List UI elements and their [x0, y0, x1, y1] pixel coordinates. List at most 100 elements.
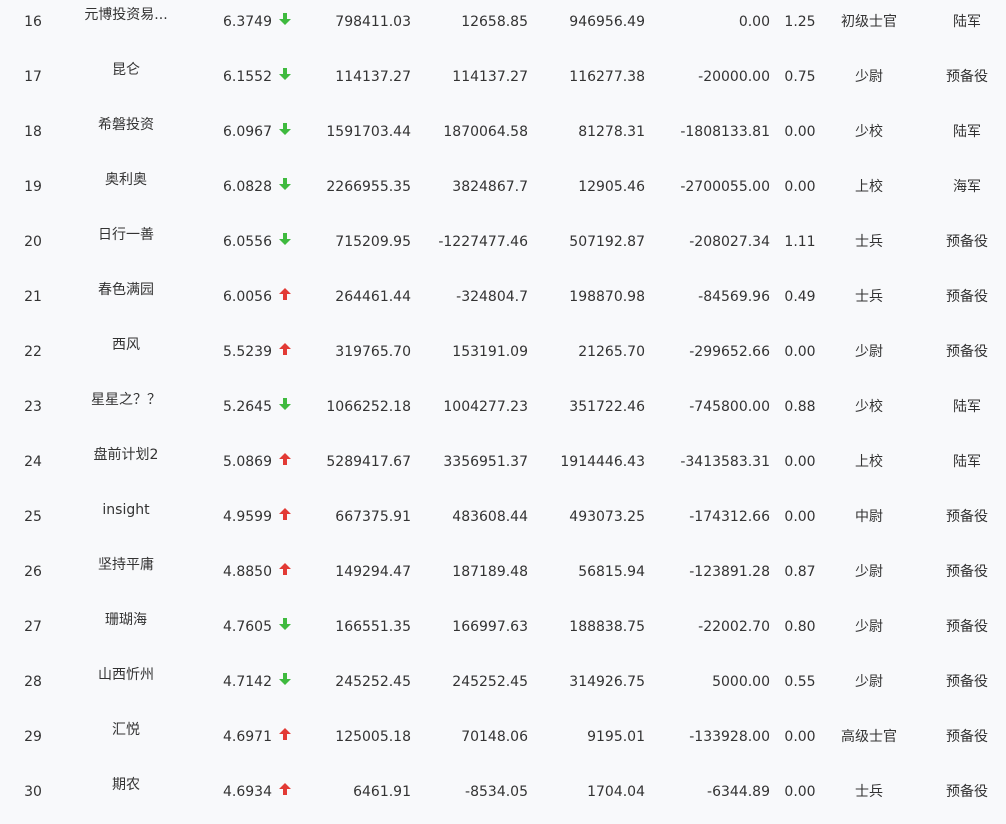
- table-row[interactable]: 21 春色满园 6.0056 264461.44 -324804.7 198870.98 -…: [0, 270, 1006, 325]
- table-row[interactable]: 24 盘前计划2 5.0869 5289417.67 3356951.37 1914446…: [0, 435, 1006, 490]
- ratio-cell: 0.00: [784, 784, 816, 800]
- profit-cell: 166997.63: [452, 619, 528, 635]
- cash-flow-cell: -6344.89: [707, 784, 770, 800]
- trader-name-cell[interactable]: 元博投资易...: [66, 4, 186, 28]
- net-value-cell: 4.7605: [223, 619, 272, 635]
- level-cell: 士兵: [855, 784, 883, 800]
- rank-cell: 18: [24, 124, 42, 140]
- profit-cell: -8534.05: [465, 784, 528, 800]
- ratio-cell: 0.88: [784, 399, 816, 415]
- arrow-up-icon: [279, 490, 297, 545]
- level-cell: 士兵: [855, 289, 883, 305]
- table-row[interactable]: 20 日行一善 6.0556 715209.95 -1227477.46 507192.8…: [0, 215, 1006, 270]
- market-value-cell: 946956.49: [569, 14, 645, 30]
- army-cell: 预备役: [946, 674, 988, 690]
- table-row[interactable]: 30 期农 4.6934 6461.91 -8534.05 1704.04 -6344.89…: [0, 765, 1006, 820]
- profit-cell: -1227477.46: [438, 234, 528, 250]
- table-row[interactable]: 16 元博投资易... 6.3749 798411.03 12658.85 946956.…: [0, 0, 1006, 50]
- level-cell: 士兵: [855, 234, 883, 250]
- table-row[interactable]: 23 星星之？？ 5.2645 1066252.18 1004277.23 351722.…: [0, 380, 1006, 435]
- trader-name-cell[interactable]: 昆仑: [66, 59, 186, 83]
- arrow-down-icon: [279, 0, 297, 50]
- profit-cell: 187189.48: [452, 564, 528, 580]
- army-cell: 预备役: [946, 234, 988, 250]
- net-value-cell: 6.0967: [223, 124, 272, 140]
- army-cell: 预备役: [946, 69, 988, 85]
- arrow-up-icon: [279, 545, 297, 600]
- rank-cell: 29: [24, 729, 42, 745]
- market-value-cell: 9195.01: [587, 729, 645, 745]
- table-row[interactable]: 25 insight 4.9599 667375.91 483608.44 493073.…: [0, 490, 1006, 545]
- table-row[interactable]: 17 昆仑 6.1552 114137.27 114137.27 116277.38 -20…: [0, 50, 1006, 105]
- cash-flow-cell: -1808133.81: [680, 124, 770, 140]
- total-assets-cell: 798411.03: [335, 14, 411, 30]
- level-cell: 上校: [855, 454, 883, 470]
- cash-flow-cell: -208027.34: [689, 234, 770, 250]
- total-assets-cell: 1066252.18: [326, 399, 411, 415]
- net-value-cell: 5.0869: [223, 454, 272, 470]
- table-row[interactable]: 18 希磐投资 6.0967 1591703.44 1870064.58 81278.31…: [0, 105, 1006, 160]
- total-assets-cell: 667375.91: [335, 509, 411, 525]
- cash-flow-cell: -133928.00: [689, 729, 770, 745]
- level-cell: 少尉: [855, 69, 883, 85]
- ratio-cell: 0.87: [784, 564, 816, 580]
- army-cell: 陆军: [953, 124, 981, 140]
- level-cell: 少尉: [855, 564, 883, 580]
- trader-name-cell[interactable]: 星星之？？: [66, 389, 186, 413]
- army-cell: 陆军: [953, 454, 981, 470]
- total-assets-cell: 125005.18: [335, 729, 411, 745]
- table-row[interactable]: 27 珊瑚海 4.7605 166551.35 166997.63 188838.75 -2…: [0, 600, 1006, 655]
- trader-name-cell[interactable]: 盘前计划2: [66, 444, 186, 468]
- trader-name-cell[interactable]: 坚持平庸: [66, 554, 186, 578]
- arrow-up-icon: [279, 270, 297, 325]
- arrow-up-icon: [279, 325, 297, 380]
- trader-name-cell[interactable]: 山西忻州: [66, 664, 186, 688]
- total-assets-cell: 1591703.44: [326, 124, 411, 140]
- cash-flow-cell: 5000.00: [712, 674, 770, 690]
- table-row[interactable]: 26 坚持平庸 4.8850 149294.47 187189.48 56815.94 -1…: [0, 545, 1006, 600]
- market-value-cell: 21265.70: [578, 344, 645, 360]
- table-row[interactable]: 19 奥利奥 6.0828 2266955.35 3824867.7 12905.46 -2…: [0, 160, 1006, 215]
- trader-name-cell[interactable]: 希磐投资: [66, 114, 186, 138]
- ratio-cell: 0.00: [784, 729, 816, 745]
- profit-cell: 245252.45: [452, 674, 528, 690]
- market-value-cell: 188838.75: [569, 619, 645, 635]
- market-value-cell: 507192.87: [569, 234, 645, 250]
- profit-cell: 114137.27: [452, 69, 528, 85]
- net-value-cell: 4.6971: [223, 729, 272, 745]
- cash-flow-cell: -2700055.00: [680, 179, 770, 195]
- market-value-cell: 493073.25: [569, 509, 645, 525]
- rank-cell: 23: [24, 399, 42, 415]
- table-row[interactable]: 29 汇悦 4.6971 125005.18 70148.06 9195.01 -13392…: [0, 710, 1006, 765]
- table-row[interactable]: 28 山西忻州 4.7142 245252.45 245252.45 314926.75 5…: [0, 655, 1006, 710]
- army-cell: 预备役: [946, 564, 988, 580]
- net-value-cell: 6.3749: [223, 14, 272, 30]
- table-row[interactable]: 22 西风 5.5239 319765.70 153191.09 21265.70 -299…: [0, 325, 1006, 380]
- trader-name-cell[interactable]: 汇悦: [66, 719, 186, 743]
- trader-name-cell[interactable]: 奥利奥: [66, 169, 186, 193]
- trader-name-cell[interactable]: 日行一善: [66, 224, 186, 248]
- total-assets-cell: 319765.70: [335, 344, 411, 360]
- market-value-cell: 314926.75: [569, 674, 645, 690]
- ratio-cell: 0.00: [784, 344, 816, 360]
- trader-name-cell[interactable]: insight: [66, 499, 186, 523]
- arrow-down-icon: [279, 655, 297, 710]
- army-cell: 预备役: [946, 509, 988, 525]
- cash-flow-cell: -22002.70: [698, 619, 770, 635]
- army-cell: 预备役: [946, 619, 988, 635]
- cash-flow-cell: -123891.28: [689, 564, 770, 580]
- total-assets-cell: 114137.27: [335, 69, 411, 85]
- level-cell: 少校: [855, 399, 883, 415]
- trader-name-cell[interactable]: 期农: [66, 774, 186, 798]
- ranking-table: 16 元博投资易... 6.3749 798411.03 12658.85 946956.…: [0, 0, 1006, 824]
- trader-name-cell[interactable]: 珊瑚海: [66, 609, 186, 633]
- arrow-down-icon: [279, 160, 297, 215]
- market-value-cell: 116277.38: [569, 69, 645, 85]
- rank-cell: 20: [24, 234, 42, 250]
- ratio-cell: 0.00: [784, 509, 816, 525]
- rank-cell: 17: [24, 69, 42, 85]
- total-assets-cell: 715209.95: [335, 234, 411, 250]
- ratio-cell: 1.25: [784, 14, 816, 30]
- trader-name-cell[interactable]: 西风: [66, 334, 186, 358]
- trader-name-cell[interactable]: 春色满园: [66, 279, 186, 303]
